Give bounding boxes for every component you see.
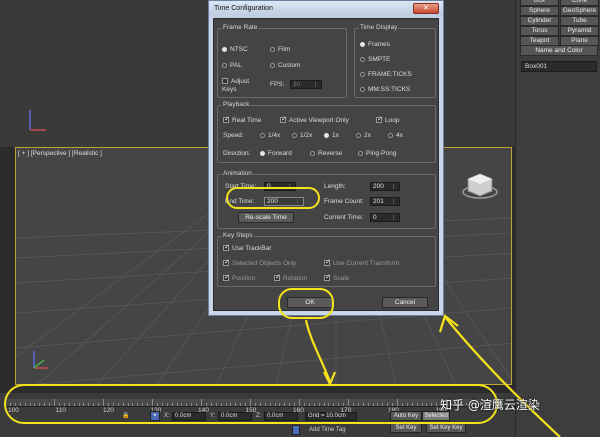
- annotation-arrows: [304, 314, 561, 437]
- watermark: 知乎 @渲鹰云渲染: [440, 398, 540, 412]
